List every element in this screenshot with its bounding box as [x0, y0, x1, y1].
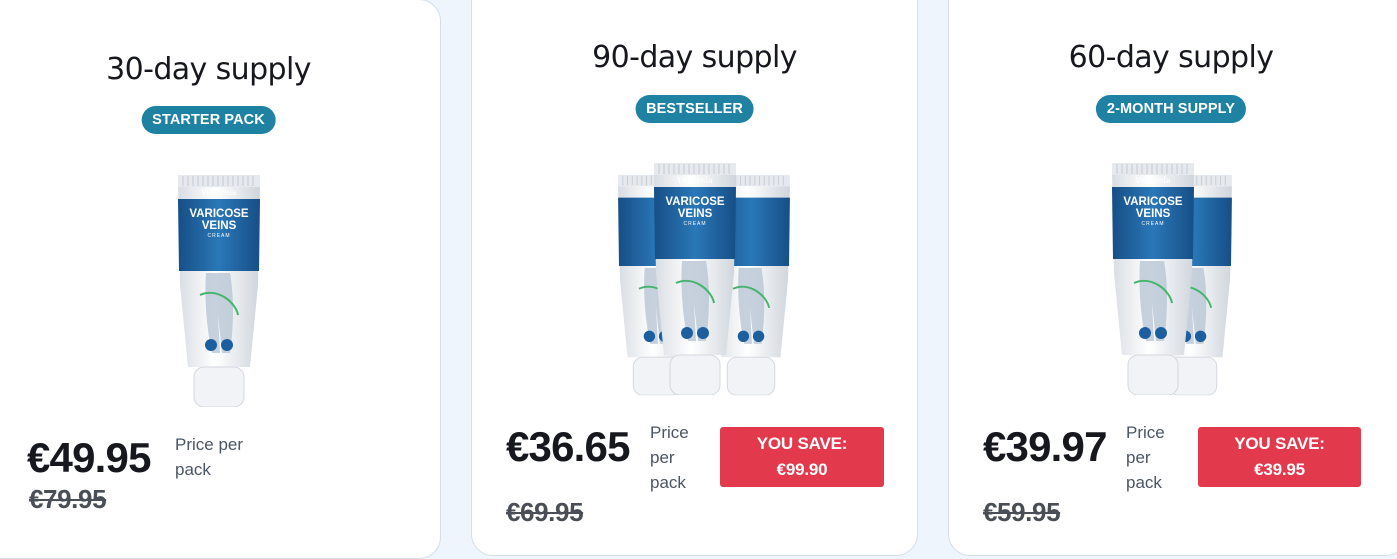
price-per-pack-label: Price per pack [1126, 420, 1165, 495]
product-brand: Venorela [677, 176, 713, 185]
you-save-badge: YOU SAVE: €99.90 [720, 427, 884, 487]
offer-title: 60-day supply [1068, 40, 1274, 75]
save-amount: €39.95 [1254, 460, 1305, 479]
offer-title: 30-day supply [106, 52, 311, 87]
price-label-line: pack [175, 460, 211, 479]
price-label-line: per [650, 448, 675, 467]
price-label-line: Price [650, 423, 689, 442]
product-brand: Venorela [1135, 176, 1171, 185]
price-label-line: Price [1126, 423, 1165, 442]
product-brand: Venorela [201, 188, 237, 197]
save-label: YOU SAVE: [756, 434, 848, 453]
you-save-badge: YOU SAVE: €39.95 [1198, 427, 1361, 487]
offer-card-30-day[interactable]: 30-day supply STARTER PACK Venorela VARI… [0, 0, 441, 559]
save-amount: €99.90 [776, 460, 828, 479]
old-price: €79.95 [29, 484, 107, 514]
offer-badge: BESTSELLER [635, 95, 754, 123]
product-sub: CREAM [207, 233, 231, 239]
product-name-line2: VEINS [201, 220, 237, 232]
current-price: €39.97 [983, 423, 1107, 470]
offer-card-60-day[interactable]: 60-day supply 2-MONTH SUPPLY Venorela VA… [948, 0, 1397, 556]
product-name-line1: VARICOSE [189, 208, 249, 220]
product-name-line1: VARICOSE [665, 196, 725, 208]
old-price: €69.95 [506, 497, 584, 527]
price-per-pack-label: Price per pack [650, 420, 689, 495]
product-name-line2: VEINS [677, 208, 713, 220]
price-label-line: Price per [175, 435, 244, 454]
price-label-line: pack [650, 473, 686, 492]
product-sub: CREAM [683, 221, 707, 227]
offer-badge: 2-MONTH SUPPLY [1095, 95, 1247, 123]
current-price: €36.65 [506, 423, 630, 470]
old-price: €59.95 [983, 497, 1061, 527]
save-label: YOU SAVE: [1234, 434, 1325, 453]
price-per-pack-label: Price per pack [175, 432, 243, 482]
current-price: €49.95 [27, 434, 151, 481]
price-label-line: per [1126, 448, 1151, 467]
offer-badge: STARTER PACK [141, 106, 276, 134]
product-name-line2: VEINS [1135, 208, 1171, 220]
offer-card-90-day[interactable]: 90-day supply BESTSELLER Venorela VARICO… [471, 0, 918, 556]
price-label-line: pack [1126, 473, 1162, 492]
product-image: Venorela VARICOSE VEINS CREAM [1112, 163, 1242, 396]
product-sub: CREAM [1141, 221, 1165, 227]
product-image: Venorela VARICOSE VEINS CREAM [174, 175, 264, 407]
product-name-line1: VARICOSE [1123, 196, 1183, 208]
product-image: Venorela VARICOSE VEINS CREAM [616, 163, 791, 396]
offer-title: 90-day supply [592, 40, 797, 75]
